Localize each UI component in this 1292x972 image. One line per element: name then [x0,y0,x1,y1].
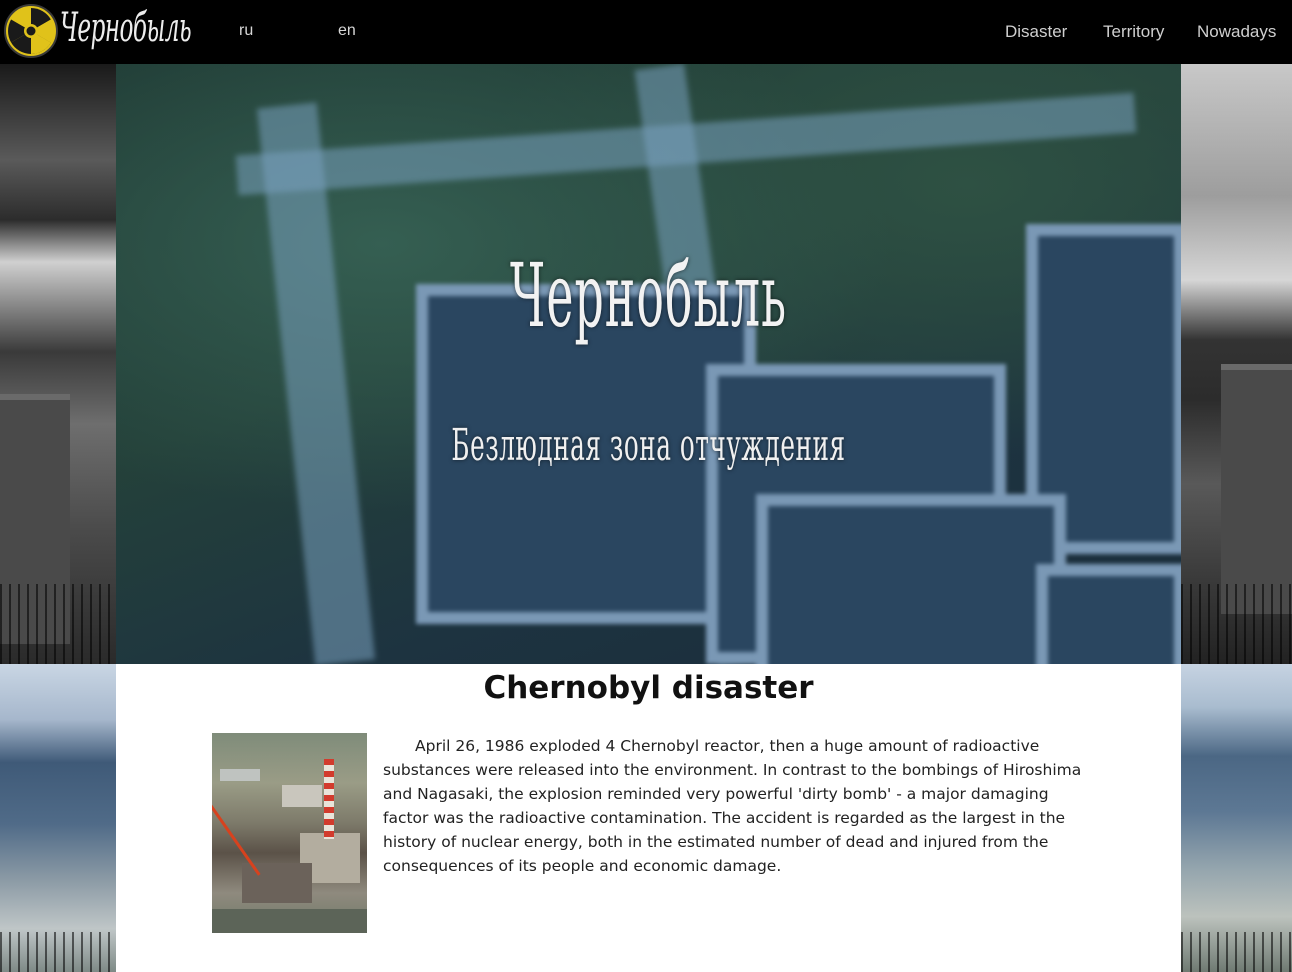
article-title: Chernobyl disaster [483,670,814,706]
logo-text: Чернобыль [60,5,192,51]
background-photo-left-top [0,64,116,664]
building-roof [1036,564,1181,664]
background-photo-right-bottom [1181,664,1292,972]
reactor-photo [212,733,367,933]
hero-subtitle: Безлюдная зона отчуждения [451,420,846,471]
top-nav-bar: Чернобыль ru en Disaster Territory Nowad… [0,0,1292,64]
nav-disaster-link[interactable]: Disaster [1005,22,1067,42]
building-roof [756,494,1066,664]
article-section: Chernobyl disaster April 26, 1986 explod… [116,664,1181,972]
language-en-link[interactable]: en [338,22,356,40]
language-ru-link[interactable]: ru [239,22,253,40]
nav-nowadays-link[interactable]: Nowadays [1197,22,1276,42]
background-photo-left-bottom [0,664,116,972]
radiation-icon [4,4,58,58]
nav-territory-link[interactable]: Territory [1103,22,1164,42]
article-paragraph: April 26, 1986 exploded 4 Chernobyl reac… [383,737,1082,875]
hero-banner: Чернобыль Безлюдная зона отчуждения [116,64,1181,664]
hero-title: Чернобыль [509,244,788,347]
background-photo-right-top [1181,64,1292,664]
site-logo[interactable]: Чернобыль [0,0,195,64]
